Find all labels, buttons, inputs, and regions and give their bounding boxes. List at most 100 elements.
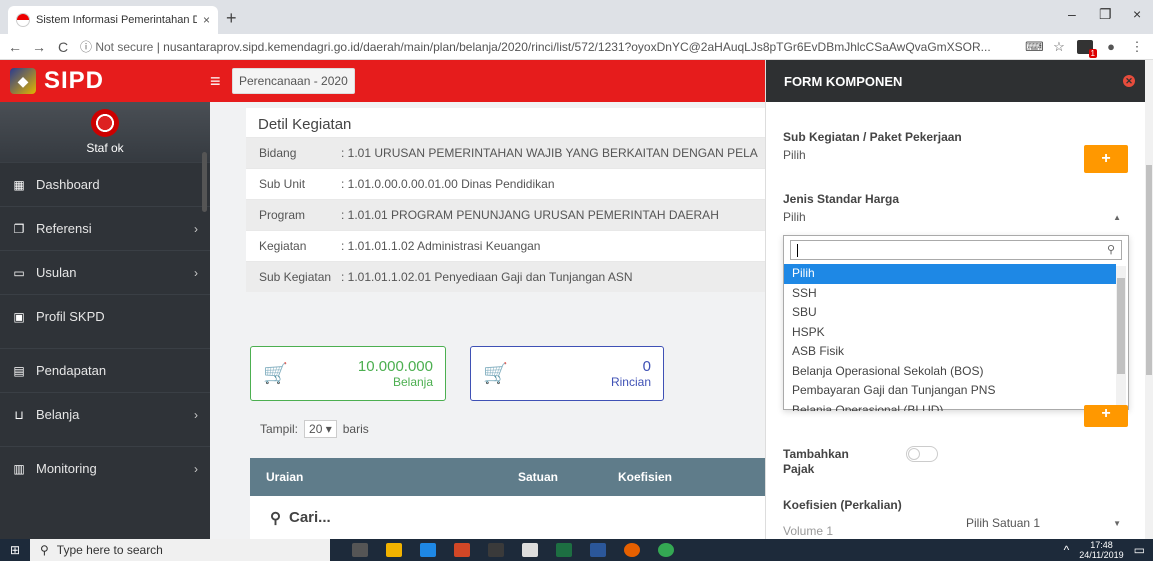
tab-close-icon[interactable]: ×	[203, 13, 210, 27]
text-cursor	[797, 244, 798, 257]
dropdown-option[interactable]: SSH	[784, 284, 1116, 304]
column-header-koefisien[interactable]: Koefisien	[590, 470, 765, 484]
browser-menu-icon[interactable]: ⋮	[1129, 39, 1145, 55]
translate-icon[interactable]: ⌨	[1025, 39, 1044, 55]
scrollbar-thumb[interactable]	[1146, 165, 1152, 375]
browser-tab[interactable]: Sistem Informasi Pemerintahan D ×	[8, 6, 218, 34]
detail-row: Program : 1.01.01 PROGRAM PENUNJANG URUS…	[246, 199, 765, 230]
column-header-satuan[interactable]: Satuan	[480, 470, 590, 484]
dropdown-option[interactable]: ASB Fisik	[784, 342, 1116, 362]
sidebar-item-label: Pendapatan	[36, 363, 107, 378]
firefox-icon[interactable]	[624, 543, 640, 557]
dropdown-option[interactable]: SBU	[784, 303, 1116, 323]
brand[interactable]: ◆ SIPD	[0, 60, 210, 102]
sidebar-scrollbar[interactable]	[202, 152, 207, 212]
detail-label: Bidang	[259, 146, 297, 160]
bookmark-star-icon[interactable]: ☆	[1051, 39, 1067, 55]
cart-icon: 🛒	[483, 363, 508, 385]
store-icon[interactable]	[488, 543, 504, 557]
notification-icon[interactable]: ▭	[1134, 543, 1145, 557]
taskbar-search-input[interactable]: Type here to search	[57, 543, 163, 557]
tambahkan-pajak-toggle[interactable]	[906, 446, 938, 462]
koefisien-label: Koefisien (Perkalian)	[783, 498, 902, 512]
dropdown-option[interactable]: Pilih	[784, 264, 1116, 284]
sidebar-item-usulan[interactable]: ▭ Usulan ›	[0, 250, 210, 294]
table-search[interactable]: ⚲ Cari...	[250, 496, 765, 539]
chrome-icon[interactable]	[658, 543, 674, 557]
sidebar-item-belanja[interactable]: ⊔ Belanja ›	[0, 392, 210, 436]
plan-year-chip[interactable]: Perencanaan - 2020	[232, 68, 355, 94]
extension-badge: 1	[1088, 48, 1097, 58]
new-tab-button[interactable]: +	[226, 8, 237, 29]
chevron-right-icon: ›	[194, 265, 198, 280]
powerpoint-icon[interactable]	[454, 543, 470, 557]
dropdown-search-input[interactable]: ⚲	[790, 240, 1122, 260]
hamburger-menu-icon[interactable]: ≡	[210, 71, 226, 92]
dropdown-scrollbar[interactable]	[1116, 266, 1126, 406]
address-bar: ← → C ⓘ Not secure | nusantaraprov.sipd.…	[0, 34, 1153, 60]
sidebar-item-label: Belanja	[36, 407, 80, 422]
sidebar-item-referensi[interactable]: ❐ Referensi ›	[0, 206, 210, 250]
detail-label: Program	[259, 208, 306, 222]
task-view-icon[interactable]	[352, 543, 368, 557]
windows-start-icon[interactable]: ⊞	[0, 543, 30, 557]
jenis-standar-harga-select[interactable]: Pilih	[783, 210, 806, 224]
chevron-down-icon[interactable]: ▼	[1113, 519, 1121, 528]
extension-icon[interactable]: 1	[1077, 39, 1097, 58]
sidebar-item-monitoring[interactable]: ▥ Monitoring ›	[0, 446, 210, 490]
clock[interactable]: 17:48 24/11/2019	[1079, 540, 1123, 560]
toggle-knob	[908, 448, 920, 460]
rincian-stat-card[interactable]: 🛒 0 Rincian	[470, 346, 664, 401]
rincian-label: Rincian	[610, 375, 651, 389]
add-sub-kegiatan-button[interactable]: +	[1084, 145, 1128, 173]
security-indicator[interactable]: ⓘ Not secure	[80, 40, 153, 54]
url-field[interactable]: ⓘ Not secure | nusantaraprov.sipd.kemend…	[80, 38, 1015, 55]
chevron-up-icon[interactable]: ▲	[1113, 213, 1121, 222]
back-button[interactable]: ←	[8, 39, 22, 55]
close-icon[interactable]: ✕	[1123, 75, 1135, 87]
file-explorer-icon[interactable]	[386, 543, 402, 557]
account-icon[interactable]: ●	[1103, 39, 1119, 55]
window-close-button[interactable]: ×	[1133, 6, 1141, 22]
sidebar-item-pendapatan[interactable]: ▤ Pendapatan	[0, 348, 210, 392]
scrollbar-thumb[interactable]	[1117, 278, 1125, 374]
panel-scrollbar[interactable]	[1145, 60, 1153, 539]
dropdown-option[interactable]: Belanja Operasional (BLUD)	[784, 401, 1116, 412]
dropdown-option[interactable]: HSPK	[784, 323, 1116, 343]
mail-icon[interactable]	[522, 543, 538, 557]
referensi-icon: ❐	[13, 221, 25, 236]
sidebar-item-label: Referensi	[36, 221, 92, 236]
garuda-emblem-icon	[91, 109, 119, 137]
brand-name: SIPD	[44, 67, 105, 94]
search-icon: ⚲	[270, 509, 281, 527]
search-input[interactable]: Cari...	[289, 509, 331, 526]
sidebar-item-dashboard[interactable]: ▦ Dashboard	[0, 162, 210, 206]
panel-title: FORM KOMPONEN	[784, 73, 903, 89]
forward-button[interactable]: →	[32, 39, 46, 55]
profil-icon: ▣	[13, 309, 25, 324]
detail-value: : 1.01.0.00.0.00.01.00 Dinas Pendidikan	[341, 177, 555, 191]
add-komponen-button[interactable]: +	[1084, 405, 1128, 427]
maximize-button[interactable]: ❐	[1099, 6, 1112, 23]
satuan-1-select[interactable]: Pilih Satuan 1	[966, 516, 1040, 530]
detail-label: Sub Kegiatan	[259, 270, 332, 284]
taskbar-search[interactable]: ⚲ Type here to search	[30, 539, 330, 561]
page-size-select[interactable]: 20 ▾	[304, 420, 337, 438]
detail-label: Sub Unit	[259, 177, 306, 191]
sidebar-item-profil-skpd[interactable]: ▣ Profil SKPD	[0, 294, 210, 338]
belanja-stat-card[interactable]: 🛒 10.000.000 Belanja	[250, 346, 446, 401]
column-header-uraian[interactable]: Uraian	[250, 470, 480, 484]
minimize-button[interactable]: –	[1068, 6, 1076, 22]
clock-time: 17:48	[1090, 540, 1113, 550]
pendapatan-icon: ▤	[13, 363, 25, 378]
dropdown-option[interactable]: Belanja Operasional Sekolah (BOS)	[784, 362, 1116, 382]
excel-icon[interactable]	[556, 543, 572, 557]
edge-icon[interactable]	[420, 543, 436, 557]
reload-button[interactable]: C	[56, 39, 70, 55]
dropdown-option[interactable]: Pembayaran Gaji dan Tunjangan PNS	[784, 381, 1116, 401]
sidebar-item-label: Dashboard	[36, 177, 100, 192]
tray-chevron-icon[interactable]: ^	[1064, 543, 1070, 557]
volume-1-input[interactable]: Volume 1	[783, 524, 833, 538]
sub-kegiatan-select[interactable]: Pilih	[783, 148, 806, 162]
word-icon[interactable]	[590, 543, 606, 557]
